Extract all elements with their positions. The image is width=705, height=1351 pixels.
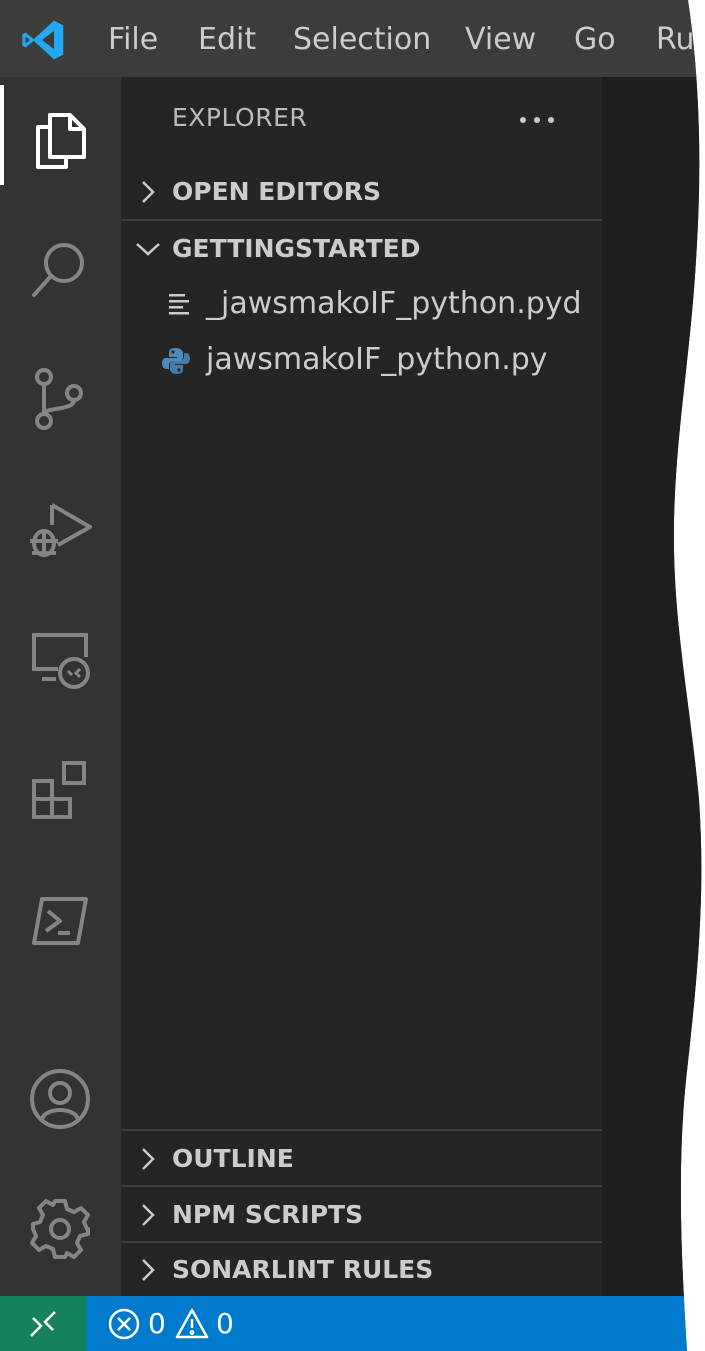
activity-run-debug[interactable] [0, 475, 121, 575]
search-icon [28, 237, 92, 301]
more-actions-icon[interactable] [517, 107, 557, 133]
section-label: OUTLINE [172, 1144, 294, 1173]
error-count: 0 [148, 1307, 166, 1340]
menu-file[interactable]: File [108, 20, 158, 60]
section-open-editors[interactable]: OPEN EDITORS [121, 167, 602, 219]
activity-source-control[interactable] [0, 345, 121, 445]
remote-indicator[interactable] [0, 1296, 86, 1351]
warning-count: 0 [216, 1307, 234, 1340]
activity-powershell[interactable] [0, 867, 121, 967]
chevron-down-icon [135, 236, 161, 262]
menu-edit[interactable]: Edit [198, 20, 256, 60]
explorer-sidebar: EXPLORER OPEN EDITORS GETTINGSTARTED _ja… [121, 77, 602, 1296]
file-item-pyd[interactable]: _jawsmakoIF_python.pyd [121, 278, 602, 330]
section-label: GETTINGSTARTED [172, 234, 421, 263]
chevron-right-icon [135, 1202, 161, 1228]
section-folder[interactable]: GETTINGSTARTED [121, 224, 602, 276]
status-bar: 0 0 [0, 1296, 705, 1351]
chevron-right-icon [135, 1257, 161, 1283]
activity-manage[interactable] [0, 1175, 121, 1275]
file-name: jawsmakoIF_python.py [206, 342, 548, 377]
menu-bar: File Edit Selection View Go Ru [0, 0, 705, 77]
menu-view[interactable]: View [465, 20, 536, 60]
menu-selection[interactable]: Selection [293, 20, 431, 60]
error-icon [107, 1307, 141, 1341]
files-icon [28, 107, 92, 171]
file-item-py[interactable]: jawsmakoIF_python.py [121, 334, 602, 386]
powershell-icon [28, 889, 92, 953]
editor-area [602, 77, 705, 1296]
chevron-right-icon [135, 1146, 161, 1172]
section-label: SONARLINT RULES [172, 1255, 434, 1284]
python-icon [161, 346, 191, 376]
activity-accounts[interactable] [0, 1045, 121, 1145]
divider [121, 219, 602, 221]
gear-icon [28, 1197, 92, 1261]
menu-go[interactable]: Go [574, 20, 616, 60]
warning-icon [175, 1307, 209, 1341]
extensions-icon [28, 757, 92, 821]
remote-explorer-icon [28, 627, 92, 691]
source-control-icon [28, 367, 92, 431]
vscode-logo-icon [20, 17, 66, 63]
chevron-right-icon [135, 179, 161, 205]
section-label: NPM SCRIPTS [172, 1200, 364, 1229]
activity-remote-explorer[interactable] [0, 605, 121, 705]
account-icon [28, 1067, 92, 1131]
section-sonarlint-rules[interactable]: SONARLINT RULES [121, 1245, 602, 1297]
section-npm-scripts[interactable]: NPM SCRIPTS [121, 1190, 602, 1242]
text-file-icon [161, 290, 191, 320]
activity-explorer[interactable] [0, 85, 121, 185]
activity-bar [0, 77, 121, 1296]
menu-run[interactable]: Ru [656, 20, 695, 60]
activity-extensions[interactable] [0, 735, 121, 835]
activity-search[interactable] [0, 215, 121, 315]
vscode-window: File Edit Selection View Go Ru EXPLORER … [0, 0, 705, 1351]
divider [121, 1129, 602, 1131]
sidebar-title: EXPLORER [172, 103, 308, 132]
run-debug-icon [28, 497, 92, 561]
section-label: OPEN EDITORS [172, 177, 381, 206]
file-name: _jawsmakoIF_python.pyd [206, 286, 582, 321]
divider [121, 1185, 602, 1187]
section-outline[interactable]: OUTLINE [121, 1134, 602, 1186]
remote-icon [27, 1308, 59, 1340]
divider [121, 1241, 602, 1243]
